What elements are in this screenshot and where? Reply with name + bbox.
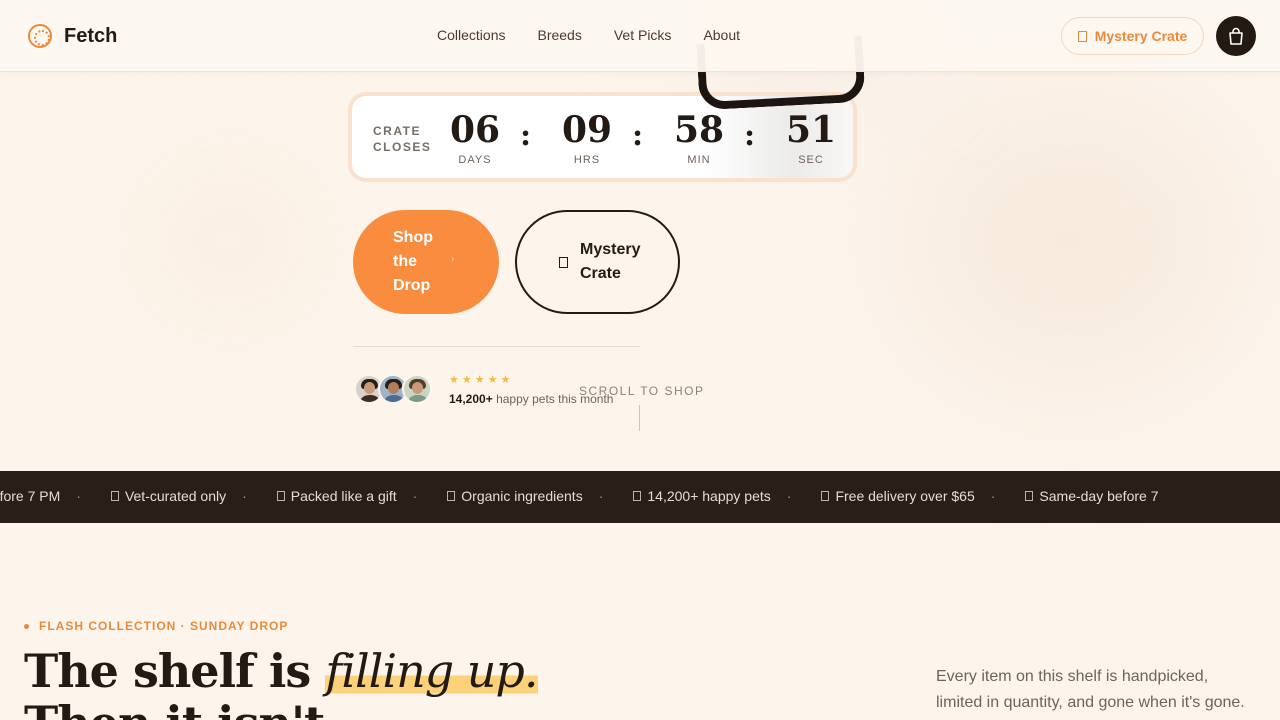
flash-collection-label: FLASH COLLECTION · SUNDAY DROP [39, 619, 289, 633]
nav-about[interactable]: About [703, 27, 740, 43]
marquee-separator: · [786, 488, 792, 504]
countdown-separator: : [520, 118, 532, 153]
marquee-item: 14,200+ happy pets [633, 488, 771, 504]
countdown-minutes-value: 58 [673, 109, 725, 151]
marquee-separator: · [242, 488, 247, 504]
countdown-seconds: 51 SEC [781, 110, 841, 166]
marquee-separator: · [990, 488, 996, 504]
brand-name: Fetch [64, 24, 118, 47]
headline-line-two: Then it isn't. [24, 696, 340, 720]
marquee-item: Same-day before 7 [1025, 488, 1158, 504]
clock-icon [1025, 491, 1034, 501]
countdown-hours: 09 HRS [557, 110, 617, 166]
countdown-days: 06 DAYS [445, 110, 505, 166]
marquee-item: Free delivery over $65 [821, 488, 975, 504]
marquee-item: Packed like a gift [276, 488, 397, 504]
brand[interactable]: Fetch [28, 22, 117, 50]
shop-the-drop-label: Shop the Drop [393, 229, 433, 294]
truck-icon [821, 491, 830, 501]
check-icon [110, 491, 119, 501]
shopping-bag-icon [1229, 27, 1243, 45]
shop-the-drop-button[interactable]: Shop the Drop › [353, 210, 499, 314]
marquee-item: Organic ingredients [447, 488, 583, 504]
nav-vet-picks[interactable]: Vet Picks [614, 27, 672, 43]
tag-dot-icon [24, 623, 29, 629]
countdown-minutes-caption: MIN [687, 154, 711, 166]
benefits-marquee: before 7 PM · Vet-curated only · Packed … [0, 471, 1280, 523]
flash-collection-tag: FLASH COLLECTION · SUNDAY DROP [24, 619, 288, 633]
divider [353, 346, 640, 347]
countdown-days-caption: DAYS [458, 154, 492, 166]
happy-pets-number: 14,200+ [449, 392, 493, 406]
gift-icon [1077, 30, 1087, 42]
countdown-minutes: 58 MIN [669, 110, 729, 166]
section-intro: Every item on this shelf is handpicked, … [936, 668, 1245, 711]
gift-icon [559, 256, 568, 268]
countdown-label: CRATE CLOSES [373, 124, 432, 154]
scroll-to-shop-hint[interactable]: SCROLL TO SHOP [579, 384, 704, 398]
cart-button[interactable] [1216, 16, 1256, 56]
countdown-separator: : [632, 118, 644, 153]
marquee-separator: · [76, 488, 81, 504]
marquee-item: Vet-curated only [110, 488, 226, 504]
gift-icon [276, 491, 285, 501]
mystery-crate-header-label: Mystery Crate [1094, 28, 1188, 44]
arrow-right-icon: › [451, 254, 455, 265]
countdown-seconds-value: 51 [785, 109, 837, 151]
mystery-crate-label: Mystery Crate [580, 241, 641, 282]
main-nav: Collections Breeds Vet Picks About [437, 27, 740, 43]
scroll-indicator-line [639, 405, 640, 431]
mystery-crate-button[interactable]: Mystery Crate [515, 210, 680, 314]
customer-avatars [354, 374, 432, 404]
heart-icon [633, 491, 642, 501]
nav-breeds[interactable]: Breeds [537, 27, 581, 43]
headline-emphasis: filling up. [325, 644, 539, 698]
leaf-icon [447, 491, 456, 501]
countdown-hours-caption: HRS [573, 154, 601, 166]
paw-logo-icon [28, 24, 52, 48]
site-header: Fetch Collections Breeds Vet Picks About… [0, 0, 1280, 72]
countdown-hours-value: 09 [561, 109, 613, 151]
nav-collections[interactable]: Collections [437, 27, 505, 43]
countdown-separator: : [744, 118, 756, 153]
avatar [402, 374, 432, 404]
countdown-seconds-caption: SEC [798, 154, 824, 166]
marquee-separator: · [412, 488, 418, 504]
mystery-crate-header-button[interactable]: Mystery Crate [1061, 17, 1204, 55]
section-headline: The shelf is filling up. Then it isn't. [24, 644, 724, 720]
headline-start: The shelf is [24, 644, 326, 698]
marquee-item: before 7 PM [0, 488, 61, 504]
countdown-days-value: 06 [449, 109, 501, 151]
marquee-separator: · [598, 488, 604, 504]
rating-stars: ★★★★★ [449, 374, 514, 386]
